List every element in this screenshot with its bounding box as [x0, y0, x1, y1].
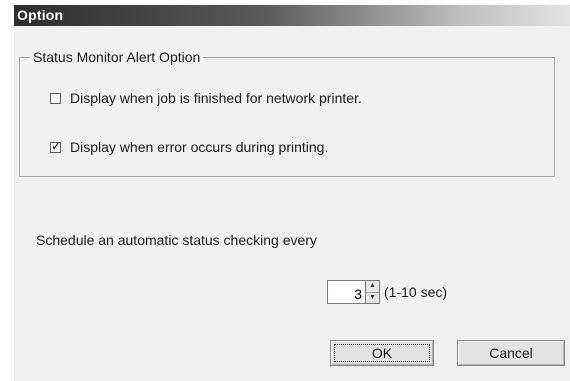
spin-up-arrow-icon[interactable]: ▲ [366, 281, 379, 292]
title-bar[interactable]: Option [14, 5, 570, 26]
option-error-occurs[interactable]: ✓ Display when error occurs during print… [50, 139, 328, 155]
job-finished-checkbox[interactable] [50, 92, 61, 104]
window-title: Option [17, 7, 64, 23]
schedule-label: Schedule an automatic status checking ev… [36, 232, 317, 248]
ok-button-label: OK [371, 345, 393, 361]
group-legend: Status Monitor Alert Option [30, 50, 204, 65]
error-occurs-checkbox[interactable]: ✓ [50, 138, 62, 153]
checkmark-icon: ✓ [51, 138, 62, 153]
interval-range-label: (1-10 sec) [384, 284, 448, 300]
option-job-finished[interactable]: Display when job is finished for network… [50, 90, 362, 106]
spin-buttons: ▲ ▼ [365, 280, 380, 304]
spin-down-arrow-icon[interactable]: ▼ [366, 291, 379, 303]
job-finished-label: Display when job is finished for network… [70, 90, 362, 106]
interval-spinner: ▲ ▼ (1-10 sec) [327, 280, 447, 304]
error-occurs-label: Display when error occurs during printin… [70, 139, 329, 155]
cancel-button[interactable]: Cancel [457, 340, 565, 366]
status-monitor-alert-group [19, 57, 555, 177]
cancel-button-label: Cancel [489, 345, 533, 361]
ok-button[interactable]: OK [330, 340, 434, 366]
interval-input[interactable] [327, 280, 365, 304]
